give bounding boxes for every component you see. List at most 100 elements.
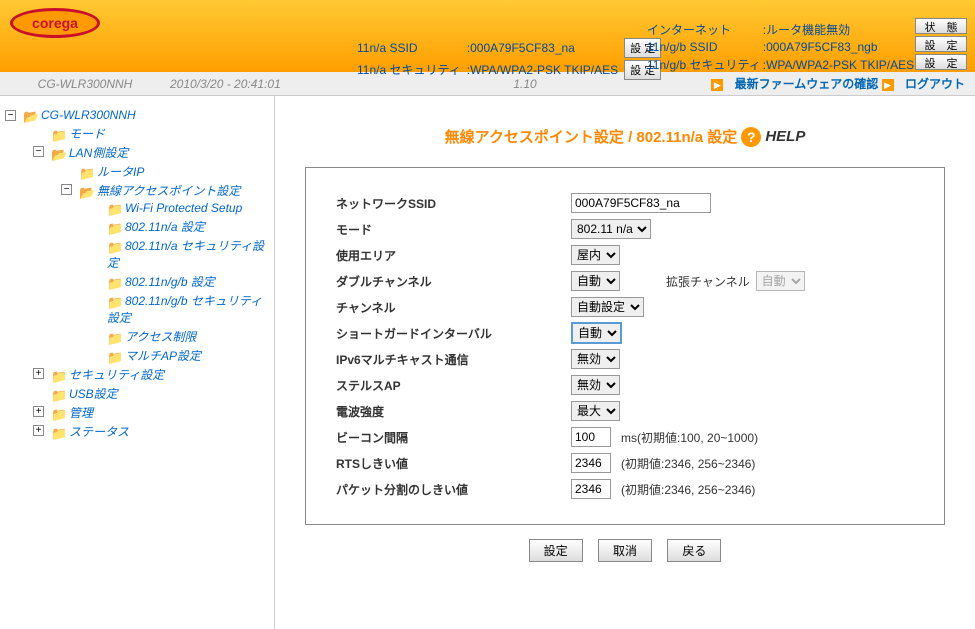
folder-icon	[51, 388, 65, 402]
header-right-buttons: 状 態 設 定 設 定	[915, 18, 967, 70]
tree-root[interactable]: CG-WLR300NNH	[41, 108, 136, 122]
folder-icon	[51, 426, 65, 440]
folder-open-icon	[79, 185, 93, 199]
content: 無線アクセスポイント設定 / 802.11n/a 設定 ? HELP ネットワー…	[275, 96, 975, 629]
internet-label: インターネット	[647, 21, 761, 38]
frag-hint: (初期値:2346, 256~2346)	[621, 481, 755, 498]
rts-input[interactable]	[571, 453, 611, 473]
help-label[interactable]: HELP	[765, 128, 805, 145]
tree-collapse-icon[interactable]: −	[5, 110, 16, 121]
tree-expand-icon[interactable]: +	[33, 368, 44, 379]
arrow-icon: ▶	[711, 79, 723, 91]
ngb-sec-label: 11n/g/b セキュリティ	[647, 56, 761, 73]
power-label: 電波強度	[336, 403, 571, 420]
tree-ngb-sec[interactable]: 802.11n/g/b セキュリティ設定	[107, 294, 262, 325]
tree-multiap[interactable]: マルチAP設定	[125, 349, 201, 363]
tree-na-sec[interactable]: 802.11n/a セキュリティ設定	[107, 239, 264, 270]
cancel-button[interactable]: 取消	[598, 539, 652, 562]
model-label: CG-WLR300NNH	[0, 77, 170, 91]
dbl-label: ダブルチャンネル	[336, 273, 571, 290]
ngb-sec-value: :WPA/WPA2-PSK TKIP/AES	[763, 56, 914, 73]
button-row: 設定 取消 戻る	[295, 539, 955, 562]
power-select[interactable]: 最大	[571, 401, 620, 421]
logout-link[interactable]: ログアウト	[905, 77, 965, 91]
folder-icon	[107, 350, 121, 364]
na-sec-value: :WPA/WPA2-PSK TKIP/AES	[467, 60, 622, 80]
area-select[interactable]: 屋内	[571, 245, 620, 265]
nav-tree: − CG-WLR300NNH モード − LAN側設定 ルータIP − 無線アクセスポ…	[0, 96, 275, 629]
tree-access[interactable]: アクセス制限	[125, 330, 196, 344]
folder-icon	[107, 202, 121, 216]
ext-select: 自動	[756, 271, 805, 291]
tree-collapse-icon[interactable]: −	[33, 146, 44, 157]
page-title: 無線アクセスポイント設定 / 802.11n/a 設定	[445, 126, 738, 147]
tree-admin[interactable]: 管理	[69, 406, 93, 420]
sgi-label: ショートガードインターバル	[336, 325, 571, 342]
rts-label: RTSしきい値	[336, 455, 571, 472]
na-ssid-value: :000A79F5CF83_na	[467, 38, 622, 58]
mode-label: モード	[336, 221, 571, 238]
sgi-select[interactable]: 自動	[571, 322, 622, 344]
settings-button-1[interactable]: 設 定	[915, 36, 967, 52]
folder-icon	[107, 295, 121, 309]
internet-value: :ルータ機能無効	[763, 21, 914, 38]
ipv6-label: IPv6マルチキャスト通信	[336, 351, 571, 368]
submit-button[interactable]: 設定	[529, 539, 583, 562]
frag-input[interactable]	[571, 479, 611, 499]
header-ngb-info: インターネット :ルータ機能無効 11n/g/b SSID :000A79F5C…	[645, 19, 916, 75]
settings-button-2[interactable]: 設 定	[915, 54, 967, 70]
settings-panel: ネットワークSSID モード 802.11 n/a 使用エリア 屋内 ダブルチャ…	[305, 167, 945, 525]
ch-label: チャンネル	[336, 299, 571, 316]
folder-icon	[51, 407, 65, 421]
tree-expand-icon[interactable]: +	[33, 425, 44, 436]
folder-icon	[107, 276, 121, 290]
beacon-label: ビーコン間隔	[336, 429, 571, 446]
ngb-ssid-label: 11n/g/b SSID	[647, 40, 761, 54]
folder-icon	[51, 369, 65, 383]
tree-usb[interactable]: USB設定	[69, 387, 118, 401]
tree-na[interactable]: 802.11n/a 設定	[125, 220, 205, 234]
ssid-label: ネットワークSSID	[336, 195, 571, 212]
folder-icon	[79, 166, 93, 180]
tree-expand-icon[interactable]: +	[33, 406, 44, 417]
folder-icon	[107, 331, 121, 345]
tree-wps[interactable]: Wi-Fi Protected Setup	[125, 201, 242, 215]
beacon-hint: ms(初期値:100, 20~1000)	[621, 429, 758, 446]
tree-mode[interactable]: モード	[69, 127, 105, 141]
back-button[interactable]: 戻る	[667, 539, 721, 562]
tree-status[interactable]: ステータス	[69, 425, 129, 439]
rts-hint: (初期値:2346, 256~2346)	[621, 455, 755, 472]
frag-label: パケット分割のしきい値	[336, 481, 571, 498]
ssid-input[interactable]	[571, 193, 711, 213]
folder-open-icon	[23, 109, 37, 123]
firmware-link[interactable]: 最新ファームウェアの確認	[735, 77, 879, 91]
tree-lan[interactable]: LAN側設定	[69, 146, 128, 160]
tree-collapse-icon[interactable]: −	[61, 184, 72, 195]
ch-select[interactable]: 自動設定	[571, 297, 644, 317]
na-sec-label: 11n/a セキュリティ	[357, 60, 465, 80]
mode-select[interactable]: 802.11 n/a	[571, 219, 651, 239]
ipv6-select[interactable]: 無効	[571, 349, 620, 369]
tree-ngb[interactable]: 802.11n/g/b 設定	[125, 275, 215, 289]
folder-icon	[107, 221, 121, 235]
help-icon[interactable]: ?	[741, 127, 761, 147]
status-button[interactable]: 状 態	[915, 18, 967, 34]
stealth-select[interactable]: 無効	[571, 375, 620, 395]
ext-label: 拡張チャンネル	[666, 273, 750, 290]
logo: corega	[10, 8, 100, 38]
header: corega 11n/a SSID :000A79F5CF83_na 設 定 1…	[0, 0, 975, 72]
stealth-label: ステルスAP	[336, 377, 571, 394]
dbl-select[interactable]: 自動	[571, 271, 620, 291]
header-na-info: 11n/a SSID :000A79F5CF83_na 設 定 11n/a セキ…	[355, 36, 667, 82]
na-ssid-label: 11n/a SSID	[357, 38, 465, 58]
page-title-row: 無線アクセスポイント設定 / 802.11n/a 設定 ? HELP	[295, 126, 955, 147]
folder-icon	[51, 128, 65, 142]
tree-routerip[interactable]: ルータIP	[97, 165, 144, 179]
beacon-input[interactable]	[571, 427, 611, 447]
logo-text: corega	[10, 8, 100, 38]
tree-security[interactable]: セキュリティ設定	[69, 368, 164, 382]
arrow-icon: ▶	[882, 79, 894, 91]
tree-wap[interactable]: 無線アクセスポイント設定	[97, 184, 240, 198]
folder-open-icon	[51, 147, 65, 161]
ngb-ssid-value: :000A79F5CF83_ngb	[763, 40, 914, 54]
